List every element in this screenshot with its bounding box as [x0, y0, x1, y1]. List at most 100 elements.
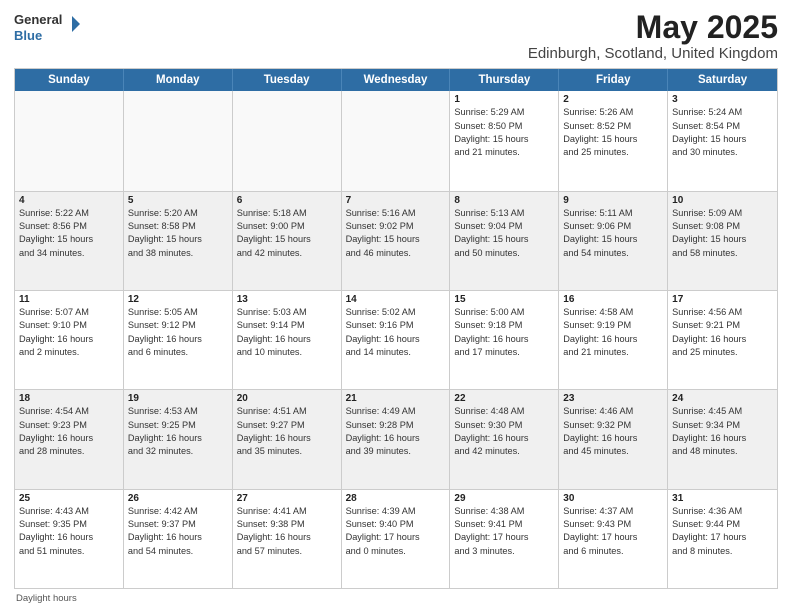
- day-info-29: Sunrise: 4:38 AMSunset: 9:41 PMDaylight:…: [454, 505, 554, 558]
- day-number-5: 5: [128, 195, 228, 206]
- day-21: 21Sunrise: 4:49 AMSunset: 9:28 PMDayligh…: [342, 390, 451, 488]
- calendar: SundayMondayTuesdayWednesdayThursdayFrid…: [14, 68, 778, 589]
- day-20: 20Sunrise: 4:51 AMSunset: 9:27 PMDayligh…: [233, 390, 342, 488]
- day-number-22: 22: [454, 393, 554, 404]
- day-27: 27Sunrise: 4:41 AMSunset: 9:38 PMDayligh…: [233, 490, 342, 588]
- day-16: 16Sunrise: 4:58 AMSunset: 9:19 PMDayligh…: [559, 291, 668, 389]
- day-info-19: Sunrise: 4:53 AMSunset: 9:25 PMDaylight:…: [128, 405, 228, 458]
- week-row-5: 25Sunrise: 4:43 AMSunset: 9:35 PMDayligh…: [15, 489, 777, 588]
- day-info-23: Sunrise: 4:46 AMSunset: 9:32 PMDaylight:…: [563, 405, 663, 458]
- day-25: 25Sunrise: 4:43 AMSunset: 9:35 PMDayligh…: [15, 490, 124, 588]
- day-7: 7Sunrise: 5:16 AMSunset: 9:02 PMDaylight…: [342, 192, 451, 290]
- header-friday: Friday: [559, 69, 668, 91]
- day-14: 14Sunrise: 5:02 AMSunset: 9:16 PMDayligh…: [342, 291, 451, 389]
- header-tuesday: Tuesday: [233, 69, 342, 91]
- day-info-20: Sunrise: 4:51 AMSunset: 9:27 PMDaylight:…: [237, 405, 337, 458]
- day-31: 31Sunrise: 4:36 AMSunset: 9:44 PMDayligh…: [668, 490, 777, 588]
- day-8: 8Sunrise: 5:13 AMSunset: 9:04 PMDaylight…: [450, 192, 559, 290]
- svg-text:General: General: [14, 12, 62, 27]
- day-info-15: Sunrise: 5:00 AMSunset: 9:18 PMDaylight:…: [454, 306, 554, 359]
- day-number-8: 8: [454, 195, 554, 206]
- day-number-30: 30: [563, 493, 663, 504]
- day-info-6: Sunrise: 5:18 AMSunset: 9:00 PMDaylight:…: [237, 207, 337, 260]
- day-info-8: Sunrise: 5:13 AMSunset: 9:04 PMDaylight:…: [454, 207, 554, 260]
- day-17: 17Sunrise: 4:56 AMSunset: 9:21 PMDayligh…: [668, 291, 777, 389]
- day-number-25: 25: [19, 493, 119, 504]
- day-info-1: Sunrise: 5:29 AMSunset: 8:50 PMDaylight:…: [454, 106, 554, 159]
- day-info-10: Sunrise: 5:09 AMSunset: 9:08 PMDaylight:…: [672, 207, 773, 260]
- week-row-3: 11Sunrise: 5:07 AMSunset: 9:10 PMDayligh…: [15, 290, 777, 389]
- day-number-29: 29: [454, 493, 554, 504]
- day-19: 19Sunrise: 4:53 AMSunset: 9:25 PMDayligh…: [124, 390, 233, 488]
- day-info-9: Sunrise: 5:11 AMSunset: 9:06 PMDaylight:…: [563, 207, 663, 260]
- page: GeneralBlue May 2025 Edinburgh, Scotland…: [0, 0, 792, 612]
- day-number-7: 7: [346, 195, 446, 206]
- day-info-25: Sunrise: 4:43 AMSunset: 9:35 PMDaylight:…: [19, 505, 119, 558]
- empty-cell-0-0: [15, 91, 124, 190]
- day-number-12: 12: [128, 294, 228, 305]
- day-number-16: 16: [563, 294, 663, 305]
- day-4: 4Sunrise: 5:22 AMSunset: 8:56 PMDaylight…: [15, 192, 124, 290]
- day-10: 10Sunrise: 5:09 AMSunset: 9:08 PMDayligh…: [668, 192, 777, 290]
- calendar-body: 1Sunrise: 5:29 AMSunset: 8:50 PMDaylight…: [15, 91, 777, 588]
- day-number-23: 23: [563, 393, 663, 404]
- day-info-14: Sunrise: 5:02 AMSunset: 9:16 PMDaylight:…: [346, 306, 446, 359]
- header-wednesday: Wednesday: [342, 69, 451, 91]
- month-title: May 2025: [528, 10, 778, 45]
- header-thursday: Thursday: [450, 69, 559, 91]
- day-number-10: 10: [672, 195, 773, 206]
- day-15: 15Sunrise: 5:00 AMSunset: 9:18 PMDayligh…: [450, 291, 559, 389]
- day-9: 9Sunrise: 5:11 AMSunset: 9:06 PMDaylight…: [559, 192, 668, 290]
- day-13: 13Sunrise: 5:03 AMSunset: 9:14 PMDayligh…: [233, 291, 342, 389]
- day-info-26: Sunrise: 4:42 AMSunset: 9:37 PMDaylight:…: [128, 505, 228, 558]
- title-block: May 2025 Edinburgh, Scotland, United Kin…: [528, 10, 778, 62]
- day-number-2: 2: [563, 94, 663, 105]
- day-info-11: Sunrise: 5:07 AMSunset: 9:10 PMDaylight:…: [19, 306, 119, 359]
- day-5: 5Sunrise: 5:20 AMSunset: 8:58 PMDaylight…: [124, 192, 233, 290]
- day-number-19: 19: [128, 393, 228, 404]
- day-number-20: 20: [237, 393, 337, 404]
- day-info-21: Sunrise: 4:49 AMSunset: 9:28 PMDaylight:…: [346, 405, 446, 458]
- day-info-28: Sunrise: 4:39 AMSunset: 9:40 PMDaylight:…: [346, 505, 446, 558]
- day-number-18: 18: [19, 393, 119, 404]
- week-row-4: 18Sunrise: 4:54 AMSunset: 9:23 PMDayligh…: [15, 389, 777, 488]
- day-number-17: 17: [672, 294, 773, 305]
- day-3: 3Sunrise: 5:24 AMSunset: 8:54 PMDaylight…: [668, 91, 777, 190]
- day-info-16: Sunrise: 4:58 AMSunset: 9:19 PMDaylight:…: [563, 306, 663, 359]
- logo: GeneralBlue: [14, 10, 84, 46]
- day-number-11: 11: [19, 294, 119, 305]
- day-22: 22Sunrise: 4:48 AMSunset: 9:30 PMDayligh…: [450, 390, 559, 488]
- week-row-2: 4Sunrise: 5:22 AMSunset: 8:56 PMDaylight…: [15, 191, 777, 290]
- day-23: 23Sunrise: 4:46 AMSunset: 9:32 PMDayligh…: [559, 390, 668, 488]
- day-12: 12Sunrise: 5:05 AMSunset: 9:12 PMDayligh…: [124, 291, 233, 389]
- day-info-4: Sunrise: 5:22 AMSunset: 8:56 PMDaylight:…: [19, 207, 119, 260]
- day-number-4: 4: [19, 195, 119, 206]
- daylight-label: Daylight hours: [16, 593, 77, 604]
- day-18: 18Sunrise: 4:54 AMSunset: 9:23 PMDayligh…: [15, 390, 124, 488]
- empty-cell-0-3: [342, 91, 451, 190]
- header-saturday: Saturday: [668, 69, 777, 91]
- week-row-1: 1Sunrise: 5:29 AMSunset: 8:50 PMDaylight…: [15, 91, 777, 190]
- day-2: 2Sunrise: 5:26 AMSunset: 8:52 PMDaylight…: [559, 91, 668, 190]
- day-number-9: 9: [563, 195, 663, 206]
- day-number-21: 21: [346, 393, 446, 404]
- day-number-27: 27: [237, 493, 337, 504]
- location-title: Edinburgh, Scotland, United Kingdom: [528, 45, 778, 62]
- day-info-5: Sunrise: 5:20 AMSunset: 8:58 PMDaylight:…: [128, 207, 228, 260]
- day-29: 29Sunrise: 4:38 AMSunset: 9:41 PMDayligh…: [450, 490, 559, 588]
- day-info-3: Sunrise: 5:24 AMSunset: 8:54 PMDaylight:…: [672, 106, 773, 159]
- day-info-17: Sunrise: 4:56 AMSunset: 9:21 PMDaylight:…: [672, 306, 773, 359]
- day-number-13: 13: [237, 294, 337, 305]
- header: GeneralBlue May 2025 Edinburgh, Scotland…: [14, 10, 778, 62]
- day-info-30: Sunrise: 4:37 AMSunset: 9:43 PMDaylight:…: [563, 505, 663, 558]
- day-number-26: 26: [128, 493, 228, 504]
- day-info-24: Sunrise: 4:45 AMSunset: 9:34 PMDaylight:…: [672, 405, 773, 458]
- day-1: 1Sunrise: 5:29 AMSunset: 8:50 PMDaylight…: [450, 91, 559, 190]
- day-info-18: Sunrise: 4:54 AMSunset: 9:23 PMDaylight:…: [19, 405, 119, 458]
- day-number-24: 24: [672, 393, 773, 404]
- empty-cell-0-1: [124, 91, 233, 190]
- svg-text:Blue: Blue: [14, 28, 42, 43]
- day-info-13: Sunrise: 5:03 AMSunset: 9:14 PMDaylight:…: [237, 306, 337, 359]
- calendar-header: SundayMondayTuesdayWednesdayThursdayFrid…: [15, 69, 777, 91]
- day-number-6: 6: [237, 195, 337, 206]
